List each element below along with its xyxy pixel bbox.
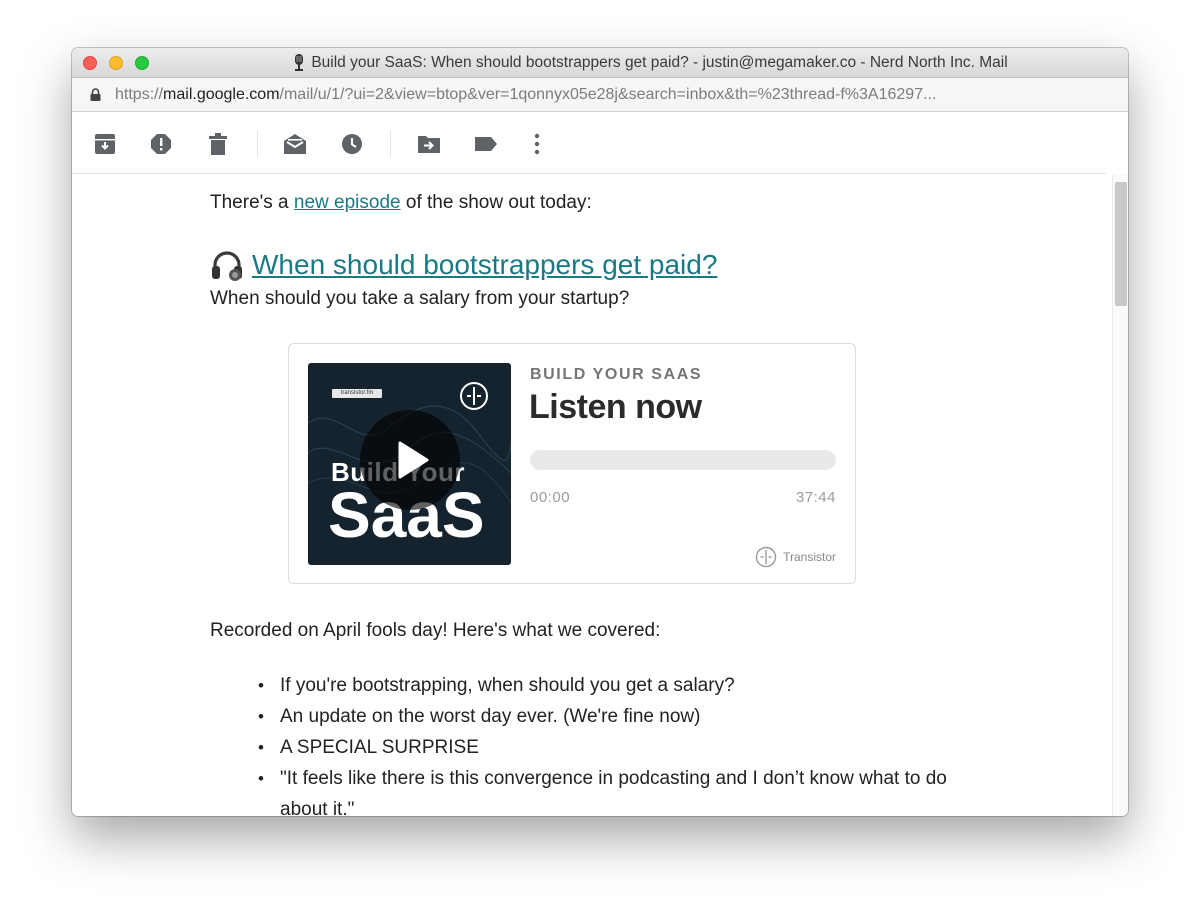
- delete-icon: [209, 133, 227, 155]
- window-title: Build your SaaS: When should bootstrappe…: [311, 54, 1008, 71]
- move-to-icon: [418, 136, 440, 153]
- maximize-window-button[interactable]: [135, 56, 149, 70]
- transistor-brand[interactable]: Transistor: [755, 546, 836, 568]
- mail-toolbar: [72, 113, 1106, 174]
- title-bar: Build your SaaS: When should bootstrappe…: [72, 48, 1128, 78]
- list-item: An update on the worst day ever. (We're …: [258, 701, 980, 732]
- list-item: A SPECIAL SURPRISE: [258, 732, 980, 763]
- play-button[interactable]: [360, 410, 460, 510]
- headphones-icon: [212, 251, 242, 281]
- url-scheme: https://: [115, 85, 164, 103]
- microphone-icon: [295, 54, 304, 71]
- email-body: There's a new episode of the show out to…: [72, 174, 1112, 816]
- label-button[interactable]: [474, 132, 498, 156]
- player-show-name: BUILD YOUR SAAS: [530, 366, 703, 383]
- url-path: /mail/u/1/?ui=2&view=btop&ver=1qonnyx05e…: [279, 85, 937, 103]
- intro-text-after: of the show out today:: [400, 192, 592, 213]
- more-icon: [534, 133, 540, 155]
- label-icon: [475, 137, 497, 151]
- more-options-button[interactable]: [525, 132, 549, 156]
- intro-text-before: There's a: [210, 192, 294, 213]
- episode-heading: When should bootstrappers get paid?: [210, 248, 717, 282]
- progress-bar[interactable]: [530, 450, 836, 470]
- minimize-window-button[interactable]: [109, 56, 123, 70]
- list-item: "It feels like there is this convergence…: [258, 763, 980, 816]
- play-icon: [398, 441, 429, 479]
- close-window-button[interactable]: [83, 56, 97, 70]
- transistor-logo-icon: [755, 546, 777, 568]
- browser-window: Build your SaaS: When should bootstrappe…: [72, 48, 1128, 816]
- scrollbar-thumb[interactable]: [1115, 182, 1127, 306]
- intro-paragraph: There's a new episode of the show out to…: [210, 192, 592, 214]
- archive-button[interactable]: [93, 132, 117, 156]
- window-title-container: Build your SaaS: When should bootstrappe…: [192, 48, 1108, 78]
- episode-title-link[interactable]: When should bootstrappers get paid?: [252, 249, 717, 281]
- lock-icon: [90, 88, 101, 101]
- toolbar-divider: [390, 130, 391, 157]
- cover-badge: transistor.fm: [332, 389, 382, 398]
- podcast-cover: transistor.fm Build Your SaaS: [308, 363, 511, 565]
- brand-name: Transistor: [783, 550, 836, 564]
- url-host: mail.google.com: [163, 85, 280, 103]
- mark-unread-icon: [284, 134, 306, 154]
- listen-now-label: Listen now: [529, 388, 702, 426]
- archive-icon: [95, 134, 115, 154]
- report-spam-icon: [151, 134, 171, 154]
- move-to-button[interactable]: [417, 132, 441, 156]
- address-bar[interactable]: https://mail.google.com/mail/u/1/?ui=2&v…: [72, 78, 1128, 112]
- report-spam-button[interactable]: [149, 132, 173, 156]
- snooze-icon: [342, 134, 362, 154]
- snooze-button[interactable]: [340, 132, 364, 156]
- mark-unread-button[interactable]: [283, 132, 307, 156]
- scrollbar[interactable]: [1112, 174, 1128, 816]
- topics-list: If you're bootstrapping, when should you…: [258, 670, 980, 816]
- url-text[interactable]: https://mail.google.com/mail/u/1/?ui=2&v…: [115, 86, 1125, 104]
- episode-subtitle: When should you take a salary from your …: [210, 288, 630, 309]
- transistor-logo-icon: [460, 382, 488, 410]
- recorded-paragraph: Recorded on April fools day! Here's what…: [210, 620, 661, 641]
- toolbar-divider: [257, 130, 258, 157]
- current-time: 00:00: [530, 489, 571, 506]
- new-episode-link[interactable]: new episode: [294, 192, 401, 213]
- list-item: If you're bootstrapping, when should you…: [258, 670, 980, 701]
- total-duration: 37:44: [795, 489, 836, 506]
- delete-button[interactable]: [206, 132, 230, 156]
- podcast-player: transistor.fm Build Your SaaS BUILD YOUR…: [288, 343, 856, 584]
